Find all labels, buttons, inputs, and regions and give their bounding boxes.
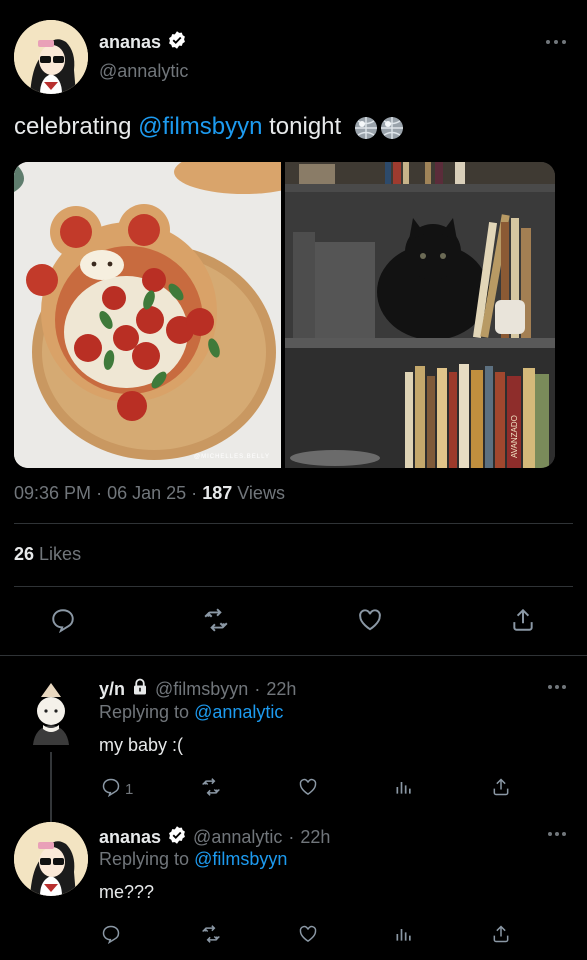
analytics-icon bbox=[394, 924, 414, 948]
tweet-text-before: celebrating bbox=[14, 113, 139, 140]
views-count: 187 bbox=[202, 483, 233, 503]
lock-icon bbox=[131, 678, 149, 701]
replying-to-row: Replying to @filmsbyyn bbox=[99, 849, 287, 870]
reply-avatar[interactable] bbox=[27, 683, 75, 749]
tweet-mention-link[interactable]: @filmsbyyn bbox=[138, 113, 262, 140]
tweet-text-after: tonight bbox=[262, 113, 342, 140]
reply-icon bbox=[101, 924, 121, 948]
reply-time[interactable]: 22h bbox=[300, 827, 330, 848]
tweet-meta-row: 09:36 PM · 06 Jan 25 · 187 Views bbox=[14, 483, 285, 504]
share-button[interactable] bbox=[491, 777, 511, 801]
tweet-media[interactable]: @MICHELLES.BELLY AVANZADO bbox=[14, 162, 555, 468]
disco-ball-icon bbox=[380, 116, 403, 139]
likes-label: Likes bbox=[39, 544, 82, 564]
cat-bookshelf-image: AVANZADO bbox=[285, 162, 555, 468]
thread-line bbox=[50, 752, 52, 822]
divider bbox=[14, 523, 573, 524]
share-button[interactable] bbox=[491, 924, 511, 948]
meta-separator: · bbox=[288, 827, 295, 847]
share-icon bbox=[491, 777, 511, 801]
replying-to-link[interactable]: @filmsbyyn bbox=[194, 849, 287, 869]
likes-row[interactable]: 26 Likes bbox=[14, 544, 81, 565]
book-spine-text: AVANZADO bbox=[510, 415, 519, 458]
reply-display-name[interactable]: y/n bbox=[99, 679, 125, 700]
bear-pizza-image: @MICHELLES.BELLY bbox=[14, 162, 281, 468]
more-options-icon[interactable] bbox=[547, 684, 567, 690]
meta-separator: · bbox=[254, 679, 261, 699]
like-button[interactable] bbox=[298, 924, 318, 948]
reply-avatar[interactable] bbox=[14, 822, 88, 896]
reply-button[interactable] bbox=[101, 924, 121, 948]
avatar-illustration bbox=[14, 20, 88, 94]
reply-text: me??? bbox=[99, 882, 155, 902]
reply-icon bbox=[101, 777, 121, 801]
reply-header: y/n @filmsbyyn · 22h bbox=[99, 678, 296, 701]
reply-handle[interactable]: @annalytic bbox=[193, 827, 282, 848]
reply-display-name[interactable]: ananas bbox=[99, 827, 161, 848]
tweet-time[interactable]: 09:36 PM bbox=[14, 483, 91, 503]
author-display-name[interactable]: ananas bbox=[99, 32, 161, 53]
replying-to-link[interactable]: @annalytic bbox=[194, 702, 283, 722]
replying-label: Replying to bbox=[99, 702, 190, 722]
divider bbox=[14, 586, 573, 587]
likes-count: 26 bbox=[14, 544, 35, 564]
verified-badge-icon bbox=[167, 825, 187, 850]
reply-time[interactable]: 22h bbox=[266, 679, 296, 700]
replying-to-row: Replying to @annalytic bbox=[99, 702, 283, 723]
share-button[interactable] bbox=[510, 607, 536, 637]
media-pizza-photo[interactable]: @MICHELLES.BELLY bbox=[14, 162, 281, 468]
reply-header: ananas @annalytic · 22h bbox=[99, 825, 330, 850]
retweet-icon bbox=[201, 924, 221, 948]
retweet-button[interactable] bbox=[201, 777, 221, 801]
retweet-button[interactable] bbox=[203, 607, 229, 637]
heart-icon bbox=[298, 777, 318, 801]
author-name-row: ananas bbox=[99, 30, 187, 55]
reply-count: 1 bbox=[125, 780, 134, 798]
share-icon bbox=[510, 607, 536, 637]
reply-handle[interactable]: @filmsbyyn bbox=[155, 679, 248, 700]
more-options-icon[interactable] bbox=[545, 38, 567, 46]
analytics-icon bbox=[394, 777, 414, 801]
views-button[interactable] bbox=[394, 924, 414, 948]
retweet-button[interactable] bbox=[201, 924, 221, 948]
disco-ball-icons bbox=[354, 116, 404, 140]
verified-badge-icon bbox=[167, 30, 187, 55]
replying-label: Replying to bbox=[99, 849, 190, 869]
author-handle[interactable]: @annalytic bbox=[99, 61, 188, 82]
media-watermark: @MICHELLES.BELLY bbox=[194, 454, 270, 460]
disco-ball-icon bbox=[354, 116, 377, 139]
author-avatar[interactable] bbox=[14, 20, 88, 94]
like-button[interactable] bbox=[357, 607, 383, 637]
views-label: Views bbox=[237, 483, 285, 503]
share-icon bbox=[491, 924, 511, 948]
reply-text: my baby :( bbox=[99, 735, 184, 755]
meta-separator: · bbox=[96, 483, 103, 503]
more-options-icon[interactable] bbox=[547, 831, 567, 837]
like-button[interactable] bbox=[298, 777, 318, 801]
reply-button[interactable] bbox=[50, 607, 76, 637]
meta-separator: · bbox=[191, 483, 198, 503]
divider bbox=[0, 655, 587, 656]
avatar-illustration bbox=[33, 683, 69, 745]
tweet-text: celebrating @filmsbyyn tonight bbox=[14, 112, 404, 142]
views-button[interactable] bbox=[394, 777, 414, 801]
tweet-date[interactable]: 06 Jan 25 bbox=[107, 483, 186, 503]
heart-icon bbox=[357, 607, 383, 637]
reply-icon bbox=[50, 607, 76, 637]
reply-button[interactable]: 1 bbox=[101, 777, 133, 801]
retweet-icon bbox=[201, 777, 221, 801]
retweet-icon bbox=[203, 607, 229, 637]
heart-icon bbox=[298, 924, 318, 948]
avatar-illustration bbox=[14, 822, 88, 896]
media-cat-bookshelf-photo[interactable]: AVANZADO bbox=[285, 162, 555, 468]
